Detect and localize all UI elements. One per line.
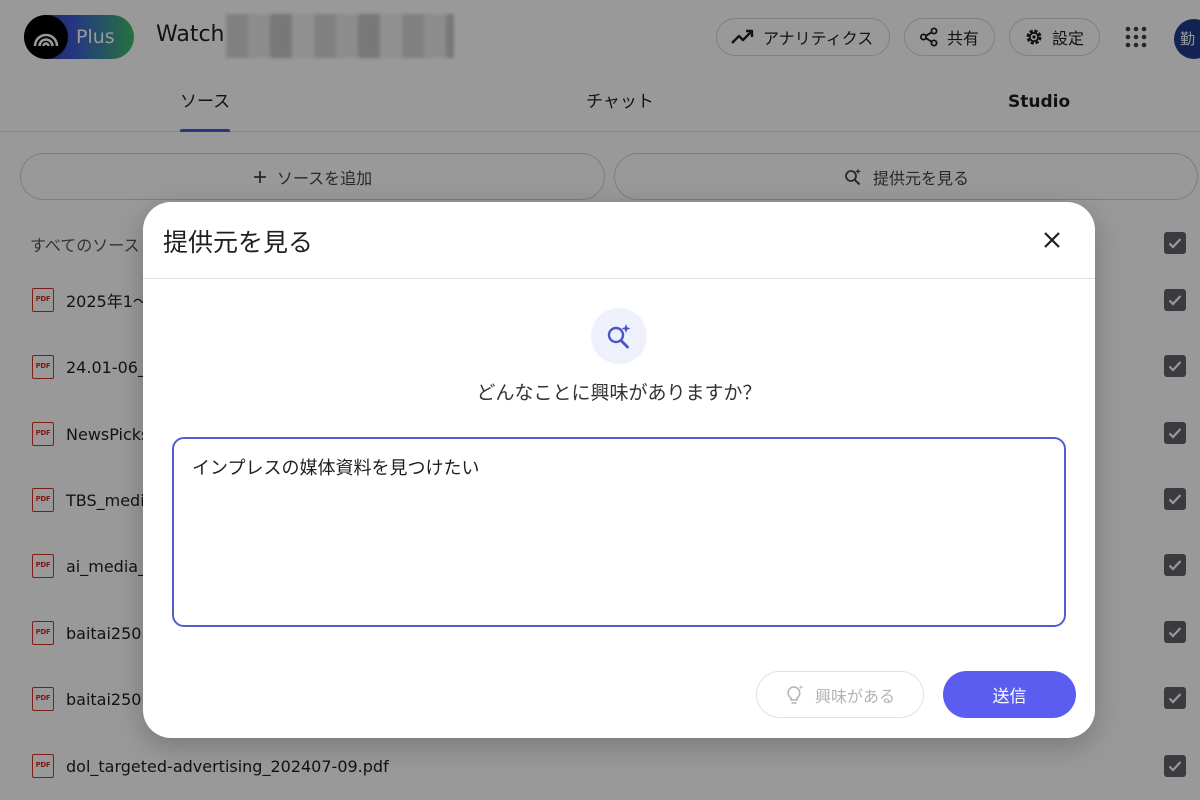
dialog-divider	[143, 278, 1095, 279]
dialog-prompt-text: どんなことに興味がありますか？	[476, 382, 762, 404]
discover-hero-badge	[591, 308, 647, 364]
interest-button-label: 興味がある	[814, 686, 895, 706]
lightbulb-sparkle-icon	[787, 684, 804, 704]
discover-sources-dialog: 提供元を見る どんなことに興味がありますか？ インプレスの媒体資料を見つけたい …	[143, 202, 1095, 738]
interest-input[interactable]: インプレスの媒体資料を見つけたい	[172, 437, 1066, 627]
dialog-title: 提供元を見る	[163, 228, 314, 257]
send-button[interactable]: 送信	[943, 671, 1076, 718]
interest-button[interactable]: 興味がある	[756, 671, 924, 718]
search-sparkle-icon	[607, 324, 631, 349]
close-button[interactable]	[1037, 225, 1067, 255]
close-icon	[1044, 232, 1060, 248]
